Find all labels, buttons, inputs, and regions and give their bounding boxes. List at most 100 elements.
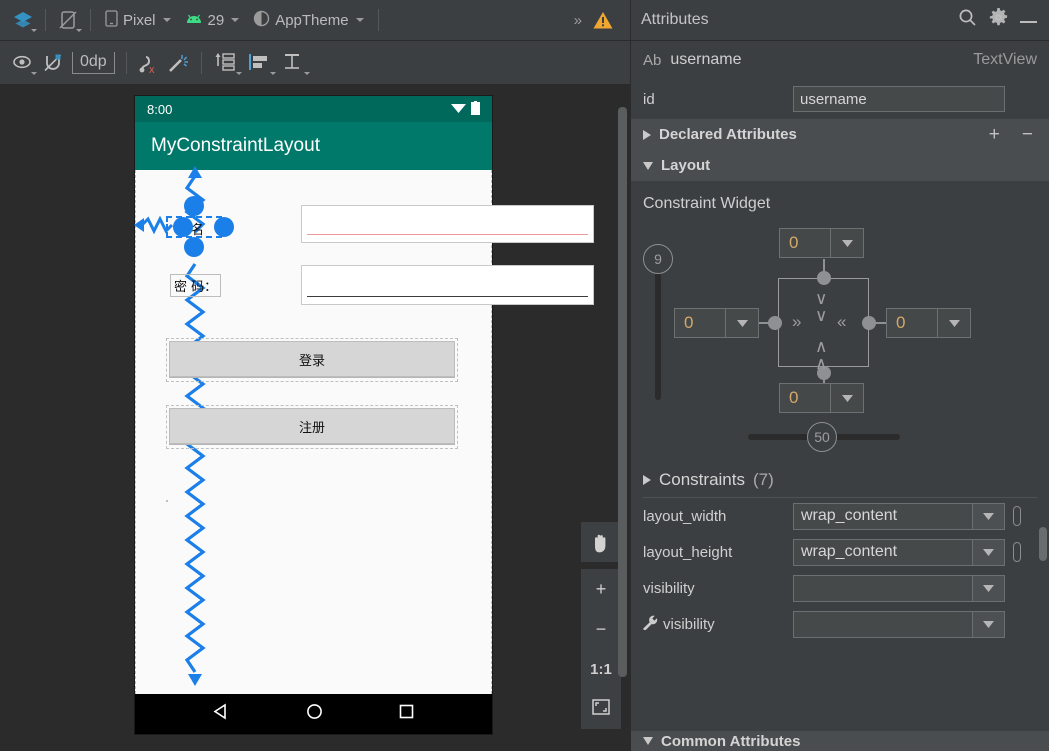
- toolbar-overflow-button[interactable]: »: [568, 5, 588, 35]
- guidelines-icon[interactable]: [277, 49, 311, 77]
- margin-top-spinner[interactable]: 0: [779, 228, 864, 258]
- api-selector[interactable]: 29: [178, 5, 247, 35]
- layout-section-header[interactable]: Layout: [631, 150, 1049, 181]
- resource-picker-icon[interactable]: [1013, 542, 1021, 562]
- default-margin-value[interactable]: 0dp: [72, 51, 115, 74]
- layout-height-combo[interactable]: wrap_content: [793, 538, 1005, 566]
- phone-icon: [105, 9, 118, 31]
- constraint-toolbar: 0dp x: [0, 41, 630, 85]
- password-edittext[interactable]: [301, 265, 594, 305]
- declared-attributes-section-header[interactable]: Declared Attributes + −: [631, 119, 1049, 150]
- triangle-back-icon[interactable]: [213, 703, 230, 725]
- selection-handle-bottom[interactable]: [184, 237, 204, 257]
- theme-contrast-icon: [253, 10, 270, 31]
- height-mode-top-icon[interactable]: ∨ ∨: [815, 290, 827, 324]
- magic-wand-icon[interactable]: [164, 49, 194, 77]
- chevron-down-icon[interactable]: [972, 503, 1004, 529]
- device-app-bar: MyConstraintLayout: [135, 122, 492, 170]
- pack-icon[interactable]: [209, 49, 243, 77]
- zoom-to-fit-icon: [591, 698, 611, 721]
- search-icon[interactable]: [958, 8, 977, 32]
- gear-icon[interactable]: [989, 8, 1008, 32]
- zoom-controls: + − 1:1: [581, 522, 621, 729]
- status-time: 8:00: [147, 101, 173, 117]
- username-edittext[interactable]: [301, 205, 594, 243]
- right-anchor[interactable]: [862, 316, 876, 330]
- zoom-to-fit-button[interactable]: [581, 689, 621, 729]
- chevron-down-icon[interactable]: [725, 308, 759, 338]
- selection-handle-left[interactable]: [173, 217, 193, 237]
- circle-home-icon[interactable]: [306, 703, 323, 725]
- chevron-down-icon[interactable]: [972, 611, 1004, 637]
- combo-value: wrap_content: [801, 507, 898, 524]
- common-attributes-label: Common Attributes: [661, 732, 801, 750]
- layout-content: 户名 密 码： 登录: [134, 166, 594, 694]
- attributes-scrollbar[interactable]: [1039, 527, 1047, 561]
- vertical-bias-track[interactable]: [655, 268, 661, 400]
- margin-start-spinner[interactable]: 0: [674, 308, 759, 338]
- attr-label: layout_width: [643, 507, 727, 525]
- visibility-combo[interactable]: [793, 574, 1005, 602]
- constraints-section-header[interactable]: Constraints (7): [631, 463, 1049, 497]
- chevron-down-icon[interactable]: [972, 539, 1004, 565]
- login-button[interactable]: 登录: [169, 341, 455, 377]
- chevron-down-icon[interactable]: [972, 575, 1004, 601]
- rotate-device-icon[interactable]: [53, 6, 83, 34]
- zoom-out-button[interactable]: −: [581, 609, 621, 649]
- constraints-label: Constraints: [659, 470, 745, 489]
- resource-picker-icon[interactable]: [1013, 506, 1021, 526]
- add-attribute-button[interactable]: +: [989, 124, 1000, 146]
- left-anchor[interactable]: [768, 316, 782, 330]
- zoom-in-button[interactable]: +: [581, 569, 621, 609]
- chevron-down-icon[interactable]: [830, 228, 864, 258]
- height-mode-bottom-icon[interactable]: ∧ ∧: [815, 338, 827, 372]
- layout-width-combo[interactable]: wrap_content: [793, 502, 1005, 530]
- align-icon[interactable]: [243, 49, 277, 77]
- password-underline: [307, 296, 588, 297]
- constraint-widget[interactable]: 9 ∨ ∨ ∧ ∧ » « 0 0 0 0 50: [631, 213, 1049, 463]
- register-button[interactable]: 注册: [169, 408, 455, 444]
- common-attributes-section-header[interactable]: Common Attributes: [631, 731, 1049, 751]
- design-surface-scrollbar[interactable]: [618, 107, 627, 677]
- minimize-icon[interactable]: [1020, 11, 1039, 29]
- device-label: Pixel: [123, 11, 156, 29]
- selection-handle-top[interactable]: [184, 196, 204, 216]
- square-recents-icon[interactable]: [399, 704, 414, 724]
- chevron-down-icon[interactable]: [830, 383, 864, 413]
- attr-row-layout-height: layout_height wrap_content: [631, 534, 1049, 570]
- horizontal-bias-knob[interactable]: 50: [807, 422, 837, 452]
- magnet-off-icon[interactable]: [38, 49, 68, 77]
- actual-size-button[interactable]: 1:1: [581, 649, 621, 689]
- theme-selector[interactable]: AppTheme: [246, 5, 370, 35]
- margin-end-spinner[interactable]: 0: [886, 308, 971, 338]
- width-mode-right-icon[interactable]: «: [837, 313, 846, 330]
- device-nav-bar: [135, 694, 492, 734]
- vertical-bias-knob[interactable]: 9: [643, 244, 673, 274]
- margin-bottom-spinner[interactable]: 0: [779, 383, 864, 413]
- remove-attribute-button[interactable]: −: [1022, 124, 1037, 146]
- attr-label: layout_height: [643, 543, 733, 561]
- app-bar-title: MyConstraintLayout: [151, 135, 320, 156]
- device-selector[interactable]: Pixel: [98, 5, 178, 35]
- id-input[interactable]: username: [793, 86, 1005, 112]
- selected-component-id: username: [670, 51, 742, 68]
- design-surface[interactable]: 8:00 MyConstraintLayout 密 码： 登录 注册 + − 1…: [0, 85, 630, 751]
- selection-handle-right[interactable]: [214, 217, 234, 237]
- pan-tool-button[interactable]: [581, 522, 621, 562]
- wrench-icon: [643, 615, 658, 634]
- width-mode-left-icon[interactable]: »: [792, 313, 801, 330]
- selected-component-type: TextView: [973, 51, 1037, 68]
- declared-attributes-label: Declared Attributes: [659, 126, 797, 143]
- eye-icon[interactable]: [8, 49, 38, 77]
- layers-icon[interactable]: [8, 6, 38, 34]
- attr-label: visibility: [663, 615, 715, 633]
- tools-visibility-combo[interactable]: [793, 610, 1005, 638]
- margin-start-value: 0: [674, 308, 725, 338]
- top-anchor[interactable]: [817, 271, 831, 285]
- hand-pan-icon: [581, 522, 621, 562]
- chevron-down-icon[interactable]: [937, 308, 971, 338]
- clear-constraints-icon[interactable]: x: [134, 49, 164, 77]
- warning-triangle-icon[interactable]: [588, 6, 618, 34]
- id-label: id: [643, 90, 655, 108]
- attributes-header: Attributes: [631, 0, 1049, 41]
